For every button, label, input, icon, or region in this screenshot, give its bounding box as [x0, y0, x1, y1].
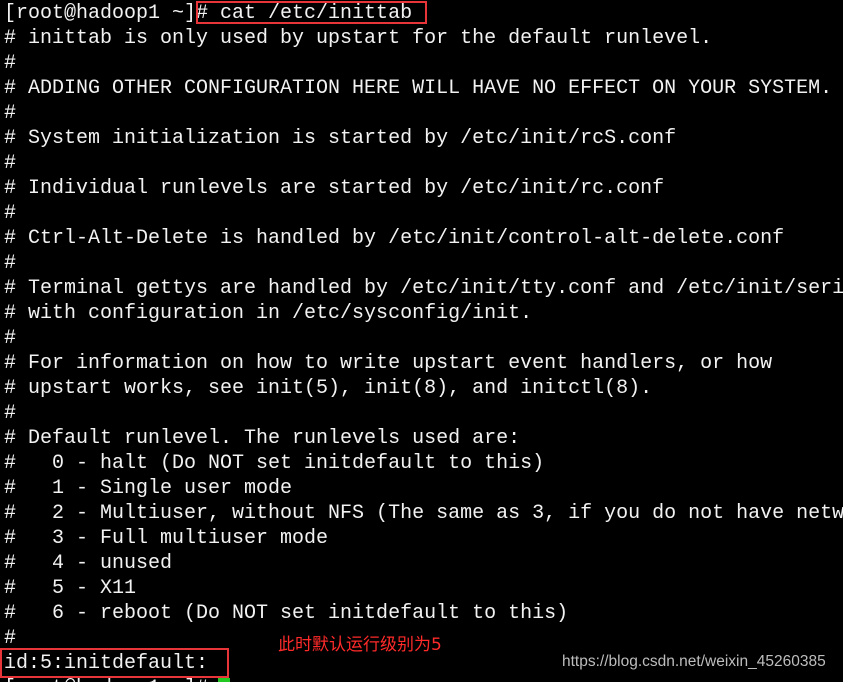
terminal-line: # 5 - X11: [4, 577, 137, 600]
terminal-line: #: [4, 202, 17, 225]
terminal-line: # Terminal gettys are handled by /etc/in…: [4, 277, 843, 300]
initdefault-highlight-box: [0, 648, 229, 678]
terminal-line: #: [4, 102, 17, 125]
terminal-line: # with configuration in /etc/sysconfig/i…: [4, 302, 533, 325]
terminal-line: # 0 - halt (Do NOT set initdefault to th…: [4, 452, 545, 475]
terminal-cursor: [218, 678, 230, 682]
annotation-note: 此时默认运行级别为5: [278, 635, 442, 655]
terminal-line: # System initialization is started by /e…: [4, 127, 677, 150]
terminal-line: # 2 - Multiuser, without NFS (The same a…: [4, 502, 843, 525]
terminal-line: # 1 - Single user mode: [4, 477, 293, 500]
terminal-line: # 3 - Full multiuser mode: [4, 527, 329, 550]
terminal-line: #: [4, 327, 17, 350]
terminal-line: #: [4, 402, 17, 425]
command-highlight-box: [196, 1, 427, 24]
terminal-line: # 4 - unused: [4, 552, 173, 575]
terminal-window[interactable]: [root@hadoop1 ~]# cat /etc/inittab # init…: [0, 0, 843, 682]
terminal-line: # 6 - reboot (Do NOT set initdefault to …: [4, 602, 569, 625]
terminal-line: # Ctrl-Alt-Delete is handled by /etc/ini…: [4, 227, 785, 250]
watermark: https://blog.csdn.net/weixin_45260385: [562, 653, 826, 670]
terminal-line: # Individual runlevels are started by /e…: [4, 177, 665, 200]
terminal-line: # For information on how to write upstar…: [4, 352, 773, 375]
terminal-line: #: [4, 252, 17, 275]
terminal-line: # upstart works, see init(5), init(8), a…: [4, 377, 653, 400]
terminal-line: #: [4, 152, 17, 175]
terminal-line: #: [4, 52, 17, 75]
terminal-line: # inittab is only used by upstart for th…: [4, 27, 713, 50]
terminal-line: # Default runlevel. The runlevels used a…: [4, 427, 521, 450]
terminal-line: # ADDING OTHER CONFIGURATION HERE WILL H…: [4, 77, 833, 100]
